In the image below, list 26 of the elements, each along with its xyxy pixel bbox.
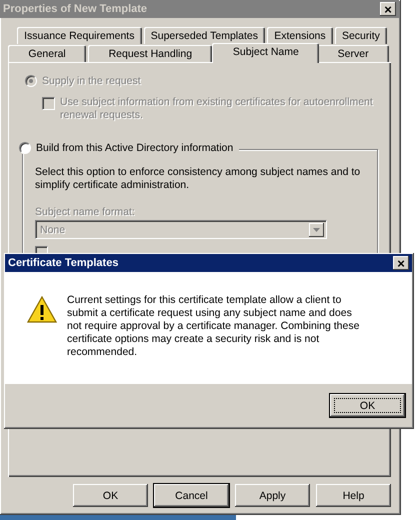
tab[interactable]: Superseded Templates xyxy=(144,27,266,44)
dialog-button[interactable]: OK xyxy=(330,394,405,417)
dialog-button[interactable]: Cancel xyxy=(154,484,229,507)
tab[interactable]: General xyxy=(8,45,86,62)
window-title: Properties of New Template xyxy=(3,3,148,15)
dropdown-arrow-icon xyxy=(313,228,320,232)
close-button[interactable]: × xyxy=(393,256,409,270)
tab[interactable]: Security xyxy=(334,27,388,44)
message-text: Current settings for this certificate template allow a client to submit a certificate request using any subject name and does not require approval by a certificate manager. Combining these certificate options may create a security risk and is not recommended. xyxy=(67,294,360,359)
tab[interactable]: Request Handling xyxy=(88,45,212,62)
window-title: Certificate Templates xyxy=(8,257,120,269)
dialog-button[interactable]: OK xyxy=(73,484,148,507)
checkbox-label: Use subject information from existing certificates for autoenrollment renewal requests. xyxy=(60,96,374,122)
dialog-button[interactable]: Help xyxy=(316,484,391,507)
tab[interactable]: Issuance Requirements xyxy=(17,27,142,44)
field-label: Subject name format: xyxy=(35,206,136,218)
radio-label: Build from this Active Directory information xyxy=(36,142,234,154)
close-button[interactable]: × xyxy=(380,2,396,16)
warning-icon xyxy=(27,296,57,324)
description-text: Select this option to enforce consistency among subject names and to simplify certificate administration. xyxy=(35,166,362,192)
dialog-button[interactable]: Apply xyxy=(235,484,310,507)
tab[interactable]: Server xyxy=(317,45,389,62)
radio-label: Supply in the request xyxy=(42,75,141,87)
tab[interactable]: Subject Name xyxy=(212,43,320,63)
tab[interactable]: Extensions xyxy=(267,27,333,44)
radio-button[interactable] xyxy=(19,142,31,154)
